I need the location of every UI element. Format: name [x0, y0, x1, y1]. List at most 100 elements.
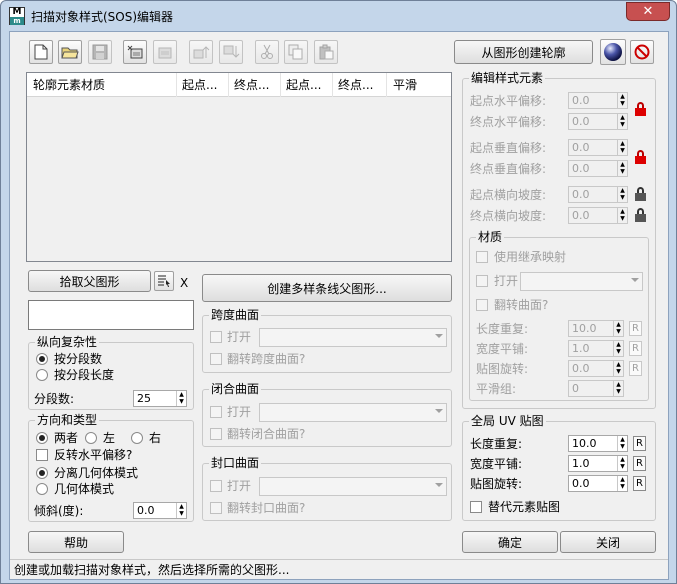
uv-width-tile-spinner[interactable]: 1.0 ▲ ▼ — [568, 455, 628, 472]
cap-surface-dropdown[interactable] — [259, 477, 447, 496]
v-offset-lock-icon[interactable] — [635, 150, 646, 164]
h-offset-lock-icon[interactable] — [635, 102, 646, 116]
material-dropdown[interactable] — [520, 272, 643, 291]
reverse-horizontal-checkbox[interactable] — [36, 449, 48, 461]
ok-button[interactable]: 确定 — [462, 531, 558, 553]
span-open-checkbox[interactable] — [210, 331, 222, 343]
direction-both-radio[interactable] — [36, 432, 48, 444]
spinner-arrows-icon[interactable]: ▲ ▼ — [617, 476, 627, 491]
flip-material-checkbox[interactable] — [476, 299, 488, 311]
direction-left-radio[interactable] — [85, 432, 97, 444]
spinner-arrows-icon[interactable]: ▲ ▼ — [613, 341, 623, 356]
spinner-arrows-icon[interactable]: ▲ ▼ — [613, 381, 623, 396]
start-h-offset-spinner[interactable]: 0.0 ▲ ▼ — [568, 92, 628, 109]
spinner-arrows-icon[interactable]: ▲ ▼ — [613, 361, 623, 376]
column-header-smooth[interactable]: 平滑 — [387, 73, 451, 97]
split-geometry-radio[interactable] — [36, 467, 48, 479]
parent-shape-name-field[interactable] — [28, 300, 194, 330]
spinner-arrows-icon[interactable]: ▲ ▼ — [617, 114, 627, 129]
column-header-start-h[interactable]: 起点... — [177, 73, 229, 97]
segments-spinner[interactable]: 25 ▲ ▼ — [133, 390, 187, 407]
copy-button[interactable] — [284, 40, 308, 64]
move-up-button[interactable] — [189, 40, 213, 64]
smooth-group-spinner[interactable]: 0 ▲ ▼ — [568, 380, 624, 397]
spinner-arrows-icon[interactable]: ▲ ▼ — [617, 208, 627, 223]
start-v-offset-spinner[interactable]: 0.0 ▲ ▼ — [568, 139, 628, 156]
material-sphere-button[interactable] — [600, 39, 626, 65]
mat-width-tile-label: 宽度平铺: — [476, 342, 529, 356]
add-element-button[interactable] — [123, 40, 147, 64]
spinner-arrows-icon[interactable]: ▲ ▼ — [176, 391, 186, 406]
save-button[interactable] — [88, 40, 112, 64]
end-cross-slope-spinner[interactable]: 0.0 ▲ ▼ — [568, 207, 628, 224]
mat-length-repeat-spinner[interactable]: 10.0 ▲ ▼ — [568, 320, 624, 337]
end-slope-lock-icon[interactable] — [635, 208, 646, 222]
tilt-spinner[interactable]: 0.0 ▲ ▼ — [133, 502, 187, 519]
closed-surface-dropdown[interactable] — [259, 403, 447, 422]
column-header-material[interactable]: 轮廓元素材质 — [27, 73, 177, 97]
move-down-button[interactable] — [219, 40, 243, 64]
flip-closed-checkbox[interactable] — [210, 428, 222, 440]
end-v-offset-value: 0.0 — [572, 162, 590, 175]
profile-element-list[interactable]: 轮廓元素材质 起点... 终点... 起点... 终点... 平滑 — [26, 72, 452, 262]
column-header-end-v[interactable]: 终点... — [333, 73, 387, 97]
flip-cap-checkbox[interactable] — [210, 502, 222, 514]
closed-open-checkbox[interactable] — [210, 406, 222, 418]
create-multispline-parent-button[interactable]: 创建多样条线父图形... — [202, 274, 452, 302]
span-surface-dropdown[interactable] — [259, 328, 447, 347]
mat-width-tile-spinner[interactable]: 1.0 ▲ ▼ — [568, 340, 624, 357]
pick-parent-shape-button[interactable]: 拾取父图形 — [28, 270, 151, 292]
help-button[interactable]: 帮助 — [28, 531, 124, 553]
uv-length-reset-button[interactable]: R — [633, 436, 646, 451]
reset-style-button[interactable] — [630, 40, 654, 64]
cut-button[interactable] — [255, 40, 279, 64]
uv-length-repeat-spinner[interactable]: 10.0 ▲ ▼ — [568, 435, 628, 452]
by-segments-radio[interactable] — [36, 353, 48, 365]
end-v-offset-spinner[interactable]: 0.0 ▲ ▼ — [568, 160, 628, 177]
spinner-arrows-icon[interactable]: ▲ ▼ — [176, 503, 186, 518]
paste-button[interactable] — [314, 40, 338, 64]
mat-width-tile-value: 1.0 — [572, 342, 590, 355]
start-slope-lock-icon[interactable] — [635, 187, 646, 201]
pick-from-list-button[interactable] — [154, 271, 174, 291]
uv-map-rotate-spinner[interactable]: 0.0 ▲ ▼ — [568, 475, 628, 492]
spinner-arrows-icon[interactable]: ▲ ▼ — [617, 140, 627, 155]
close-button[interactable]: 关闭 — [560, 531, 656, 553]
open-file-button[interactable] — [58, 40, 82, 64]
mat-width-reset-button[interactable]: R — [629, 341, 642, 356]
spinner-arrows-icon[interactable]: ▲ ▼ — [617, 93, 627, 108]
scissors-icon — [261, 44, 273, 59]
end-cross-slope-value: 0.0 — [572, 209, 590, 222]
uv-rotate-reset-button[interactable]: R — [633, 476, 646, 491]
inherit-mapping-checkbox[interactable] — [476, 251, 488, 263]
spinner-arrows-icon[interactable]: ▲ ▼ — [613, 321, 623, 336]
new-file-button[interactable] — [29, 40, 53, 64]
geometry-mode-radio[interactable] — [36, 483, 48, 495]
dialog-client: 从图形创建轮廓 轮廓元素材质 起点... 终点... 起点... 终点... 平… — [9, 31, 669, 580]
direction-type-title: 方向和类型 — [35, 413, 100, 427]
mat-length-reset-button[interactable]: R — [629, 321, 642, 336]
material-open-checkbox[interactable] — [476, 275, 488, 287]
spinner-arrows-icon[interactable]: ▲ ▼ — [617, 436, 627, 451]
column-header-start-v[interactable]: 起点... — [281, 73, 333, 97]
start-cross-slope-spinner[interactable]: 0.0 ▲ ▼ — [568, 186, 628, 203]
end-cross-slope-label: 终点横向坡度: — [470, 209, 547, 223]
title-bar[interactable]: Mm 扫描对象样式(SOS)编辑器 ✕ — [1, 1, 676, 31]
cap-open-checkbox[interactable] — [210, 480, 222, 492]
uv-width-reset-button[interactable]: R — [633, 456, 646, 471]
override-element-map-checkbox[interactable] — [470, 501, 482, 513]
window-close-button[interactable]: ✕ — [626, 2, 670, 21]
by-segment-length-radio[interactable] — [36, 369, 48, 381]
create-profile-from-shape-button[interactable]: 从图形创建轮廓 — [454, 40, 593, 64]
delete-element-button[interactable] — [153, 40, 177, 64]
spinner-arrows-icon[interactable]: ▲ ▼ — [617, 456, 627, 471]
mat-map-rotate-spinner[interactable]: 0.0 ▲ ▼ — [568, 360, 624, 377]
spinner-arrows-icon[interactable]: ▲ ▼ — [617, 161, 627, 176]
flip-span-checkbox[interactable] — [210, 353, 222, 365]
mat-rotate-reset-button[interactable]: R — [629, 361, 642, 376]
spinner-arrows-icon[interactable]: ▲ ▼ — [617, 187, 627, 202]
column-header-end-h[interactable]: 终点... — [229, 73, 281, 97]
direction-right-radio[interactable] — [131, 432, 143, 444]
clear-parent-x-button[interactable]: X — [180, 276, 188, 290]
end-h-offset-spinner[interactable]: 0.0 ▲ ▼ — [568, 113, 628, 130]
